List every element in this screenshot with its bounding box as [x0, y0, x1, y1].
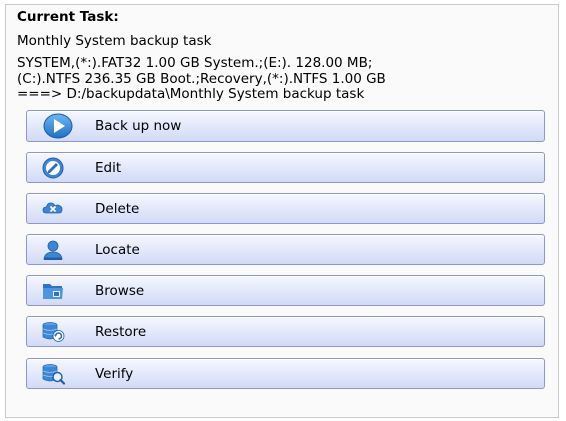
folder-icon — [43, 284, 63, 299]
restore-icon — [42, 322, 65, 342]
current-task-heading: Current Task: — [17, 9, 119, 25]
task-details: SYSTEM,(*:).FAT32 1.00 GB System.;(E:). … — [17, 55, 552, 103]
locate-button[interactable]: Locate — [26, 234, 545, 265]
verify-icon — [42, 364, 65, 385]
delete-icon — [42, 202, 63, 214]
edit-icon — [42, 157, 64, 179]
verify-button[interactable]: Verify — [26, 358, 545, 389]
delete-button[interactable]: Delete — [26, 193, 545, 224]
locate-icon — [43, 240, 63, 260]
back-up-now-label: Back up now — [95, 118, 182, 134]
delete-label: Delete — [95, 201, 140, 217]
verify-label: Verify — [95, 366, 134, 382]
edit-button[interactable]: Edit — [26, 152, 545, 183]
edit-label: Edit — [95, 160, 122, 176]
task-detail-line: SYSTEM,(*:).FAT32 1.00 GB System.;(E:). … — [17, 55, 373, 71]
task-name: Monthly System backup task — [17, 33, 212, 49]
task-detail-line: (C:).NTFS 236.35 GB Boot.;Recovery,(*:).… — [17, 70, 386, 87]
task-detail-line: ===> D:/backupdata\Monthly System backup… — [17, 86, 365, 102]
back-up-now-button[interactable]: Back up now — [26, 110, 545, 142]
restore-label: Restore — [95, 324, 147, 340]
browse-button[interactable]: Browse — [26, 275, 545, 306]
browse-label: Browse — [95, 283, 145, 299]
restore-button[interactable]: Restore — [26, 316, 545, 347]
locate-label: Locate — [95, 242, 140, 258]
play-icon — [43, 113, 73, 139]
